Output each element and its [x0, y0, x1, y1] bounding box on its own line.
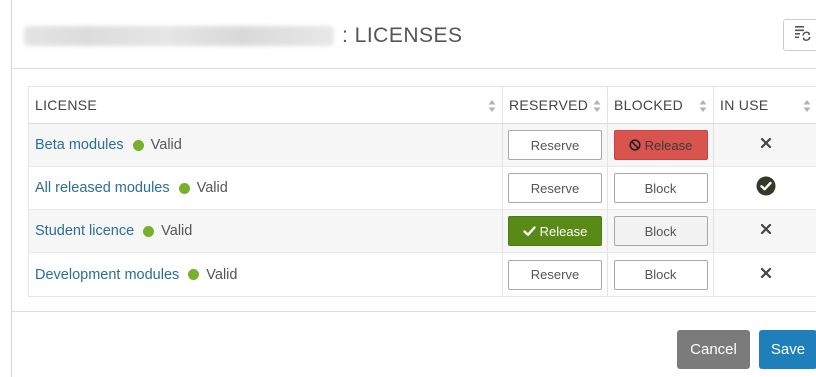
blocked-cell: Block	[608, 253, 714, 296]
footer-divider	[12, 311, 816, 312]
reserve-button[interactable]: Reserve	[508, 173, 602, 203]
refresh-list-icon	[794, 24, 812, 47]
check-icon	[522, 225, 536, 237]
license-cell: Student licence Valid	[29, 210, 503, 252]
reserved-cell: Reserve	[503, 124, 608, 166]
blocked-cell: Release	[608, 124, 714, 166]
table-header-row: LICENSE RESERVED BLOCKED IN USE	[29, 87, 816, 124]
table-row: Beta modules Valid Reserve Release	[29, 124, 816, 167]
ban-icon	[629, 139, 641, 151]
license-name-link[interactable]: Beta modules	[35, 137, 124, 153]
license-status: Valid	[196, 180, 228, 196]
license-name-link[interactable]: Development modules	[35, 267, 179, 283]
reserved-cell: Reserve	[503, 167, 608, 209]
license-name-link[interactable]: Student licence	[35, 223, 134, 239]
cross-icon	[760, 136, 772, 154]
status-dot-icon	[143, 225, 155, 237]
in-use-cell	[714, 210, 816, 252]
block-button[interactable]: Block	[613, 173, 708, 203]
licenses-table: LICENSE RESERVED BLOCKED IN USE Beta mod…	[28, 86, 816, 297]
button-label: Release	[539, 223, 588, 239]
check-circle-icon	[756, 176, 776, 201]
license-cell: Beta modules Valid	[29, 124, 503, 166]
reserve-button[interactable]: Reserve	[508, 259, 602, 290]
in-use-cell	[714, 124, 816, 166]
in-use-cell	[714, 167, 816, 209]
sort-icon[interactable]	[699, 99, 707, 113]
license-status: Valid	[206, 266, 238, 283]
status-dot-icon	[178, 182, 190, 194]
license-status: Valid	[150, 137, 182, 153]
sort-icon[interactable]	[488, 99, 496, 113]
redacted-product-name	[24, 26, 334, 46]
save-button[interactable]: Save	[759, 330, 816, 369]
column-header-reserved[interactable]: RESERVED	[503, 87, 608, 123]
status-dot-icon	[132, 139, 144, 151]
column-header-in-use[interactable]: IN USE	[714, 87, 816, 123]
blocked-cell: Block	[608, 210, 714, 252]
release-block-button[interactable]: Release	[613, 130, 708, 160]
cancel-button[interactable]: Cancel	[677, 330, 750, 369]
sort-icon[interactable]	[593, 99, 601, 113]
cross-icon	[760, 266, 772, 284]
license-cell: All released modules Valid	[29, 167, 503, 209]
table-row: Student licence Valid Release Block	[29, 210, 816, 253]
license-cell: Development modules Valid	[29, 253, 503, 296]
column-header-label: BLOCKED	[614, 97, 684, 113]
dialog-header: : LICENSES	[12, 0, 816, 69]
cross-icon	[760, 222, 772, 240]
refresh-button[interactable]	[783, 19, 816, 51]
reserved-cell: Reserve	[503, 253, 608, 296]
column-header-license[interactable]: LICENSE	[29, 87, 503, 123]
block-button[interactable]: Block	[613, 259, 708, 290]
table-row: All released modules Valid Reserve Block	[29, 167, 816, 210]
license-name-link[interactable]: All released modules	[35, 180, 170, 196]
license-status: Valid	[161, 223, 193, 239]
release-reservation-button[interactable]: Release	[508, 216, 602, 246]
table-row: Development modules Valid Reserve Block	[29, 253, 816, 296]
dialog-title-text: : LICENSES	[342, 24, 463, 47]
licenses-dialog: : LICENSES LICENSE RESERVED BLOCKED IN U…	[11, 0, 816, 377]
column-header-label: RESERVED	[509, 97, 589, 113]
blocked-cell: Block	[608, 167, 714, 209]
column-header-label: IN USE	[720, 97, 769, 113]
in-use-cell	[714, 253, 816, 296]
sort-icon[interactable]	[803, 99, 811, 113]
reserve-button[interactable]: Reserve	[508, 130, 602, 160]
block-button[interactable]: Block	[613, 216, 708, 246]
status-dot-icon	[188, 269, 200, 280]
dialog-title: : LICENSES	[24, 20, 463, 52]
column-header-blocked[interactable]: BLOCKED	[608, 87, 714, 123]
reserved-cell: Release	[503, 210, 608, 252]
button-label: Release	[644, 137, 693, 153]
column-header-label: LICENSE	[35, 97, 98, 113]
